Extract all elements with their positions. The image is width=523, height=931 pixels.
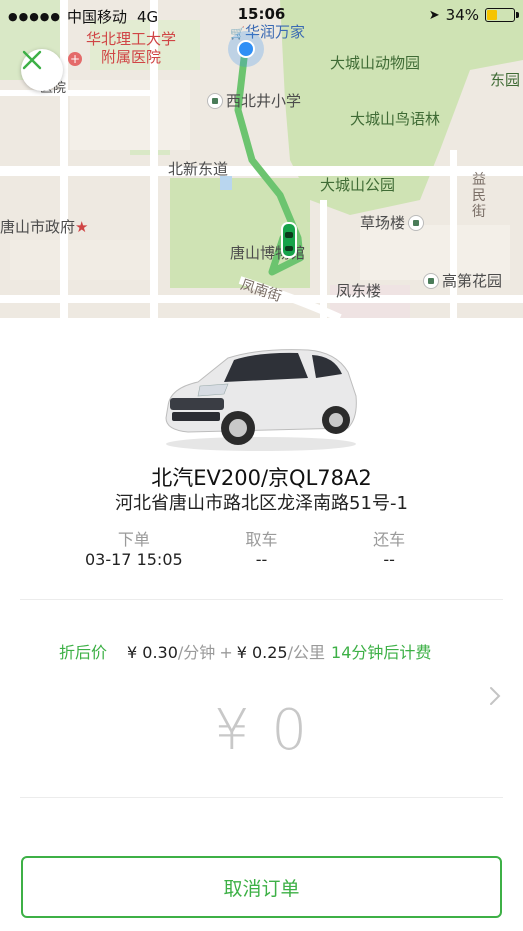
step-value: --	[383, 550, 395, 569]
battery-icon	[485, 8, 519, 22]
status-bar: ●●●●● 中国移动 4G 15:06 ➤ 34%	[0, 0, 523, 30]
step-value: --	[255, 550, 268, 569]
map-label-caochang: 草场楼	[360, 214, 427, 232]
map-label-beixin-road: 北新东道	[168, 160, 229, 178]
car-model-plate: 北汽EV200/京QL78A2	[151, 466, 372, 490]
step-return: 还车 --	[325, 526, 453, 569]
building-icon	[408, 215, 425, 231]
step-label: 取车	[245, 530, 278, 549]
star-icon: ★	[75, 218, 89, 236]
billing-note: 14分钟后计费	[331, 643, 432, 662]
per-minute-unit: /分钟	[177, 643, 216, 662]
per-km-unit: /公里	[287, 643, 326, 662]
building-icon	[423, 273, 439, 289]
price-info: 折后价 ¥ 0.30 /分钟 + ¥ 0.25 /公里 14分钟后计费	[59, 639, 431, 663]
step-value: 03-17 15:05	[84, 550, 183, 569]
close-icon	[22, 50, 42, 70]
location-arrow-icon: ➤	[428, 7, 440, 23]
map-label-hospital: +华北理工大学 附属医院	[68, 30, 177, 66]
map-label-gaodi: 高第花园	[420, 272, 502, 290]
plus-sign: +	[219, 643, 233, 662]
step-label: 还车	[373, 530, 406, 549]
close-button[interactable]	[21, 49, 63, 91]
divider	[20, 599, 503, 600]
order-progress: 下单 03-17 15:05 取车 -- 还车 --	[70, 526, 453, 569]
order-card: 北汽EV200/京QL78A2 河北省唐山市路北区龙泽南路51号-1 下单 03…	[0, 318, 523, 931]
map-label-dongyuan: 东园	[490, 71, 521, 89]
school-icon	[207, 93, 223, 109]
map-label-bird-forest: 大城山鸟语林	[350, 110, 441, 128]
step-order: 下单 03-17 15:05	[70, 526, 198, 569]
step-label: 下单	[117, 530, 150, 549]
per-minute-price: ¥ 0.30	[127, 643, 178, 662]
discount-label: 折后价	[59, 643, 108, 662]
car-location-address: 河北省唐山市路北区龙泽南路51号-1	[115, 493, 408, 514]
map-label-gov: 唐山市政府★	[0, 218, 89, 236]
per-km-price: ¥ 0.25	[236, 643, 288, 662]
car-marker-icon[interactable]	[281, 222, 297, 258]
step-pickup: 取车 --	[198, 526, 326, 569]
battery-percent: 34%	[445, 6, 479, 24]
hospital-icon: +	[68, 52, 82, 66]
map-view[interactable]: +华北理工大学 附属医院 🛒华润万家 大城山动物园 东园 医院 西北井小学 大城…	[0, 0, 523, 318]
map-label-yimin-street: 益民街	[472, 172, 486, 220]
map-label-zoo: 大城山动物园	[330, 54, 421, 72]
map-label-school: 西北井小学	[204, 92, 301, 110]
car-image	[165, 349, 357, 451]
map-label-park: 大城山公园	[320, 176, 396, 194]
cancel-order-button[interactable]: 取消订单	[21, 856, 502, 918]
current-location-icon	[228, 31, 264, 67]
total-amount: ¥ 0	[213, 698, 310, 763]
divider	[20, 797, 503, 798]
map-label-fengdong: 凤东楼	[336, 282, 382, 300]
